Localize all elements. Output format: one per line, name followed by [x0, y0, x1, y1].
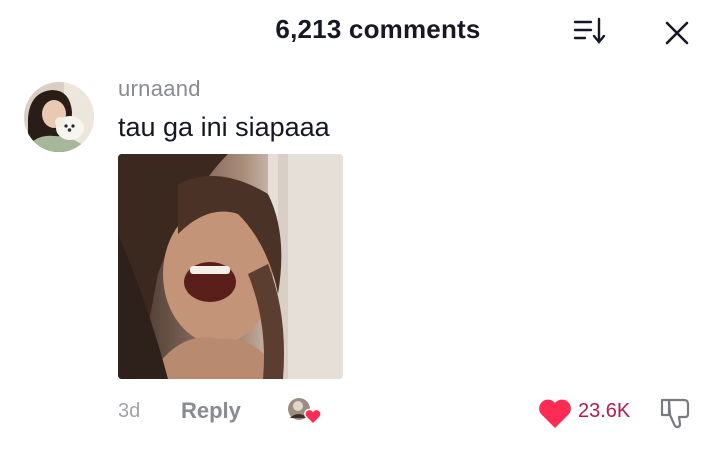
heart-icon	[539, 399, 571, 428]
comment-timestamp: 3d	[118, 400, 141, 422]
comment-photo[interactable]	[118, 154, 343, 379]
comments-header: 6,213 comments	[0, 0, 720, 62]
close-button[interactable]	[660, 16, 694, 50]
close-icon	[665, 21, 689, 45]
sort-button[interactable]	[572, 16, 608, 46]
reply-button[interactable]: Reply	[181, 398, 241, 424]
thumbs-down-icon	[660, 398, 690, 429]
avatar-image	[24, 82, 94, 152]
creator-liked-badge	[286, 396, 322, 426]
commenter-avatar[interactable]	[24, 82, 94, 152]
laughing-person-photo	[118, 154, 343, 379]
sort-descending-icon	[573, 17, 606, 44]
dislike-button[interactable]	[658, 396, 694, 430]
comment-username[interactable]: urnaand	[118, 76, 201, 102]
creator-avatar-heart-icon	[288, 398, 322, 426]
like-button[interactable]	[537, 398, 573, 430]
like-count: 23.6K	[578, 400, 631, 422]
comments-count-title: 6,213 comments	[275, 14, 481, 44]
comment-text: tau ga ini siapaaa	[118, 112, 330, 142]
